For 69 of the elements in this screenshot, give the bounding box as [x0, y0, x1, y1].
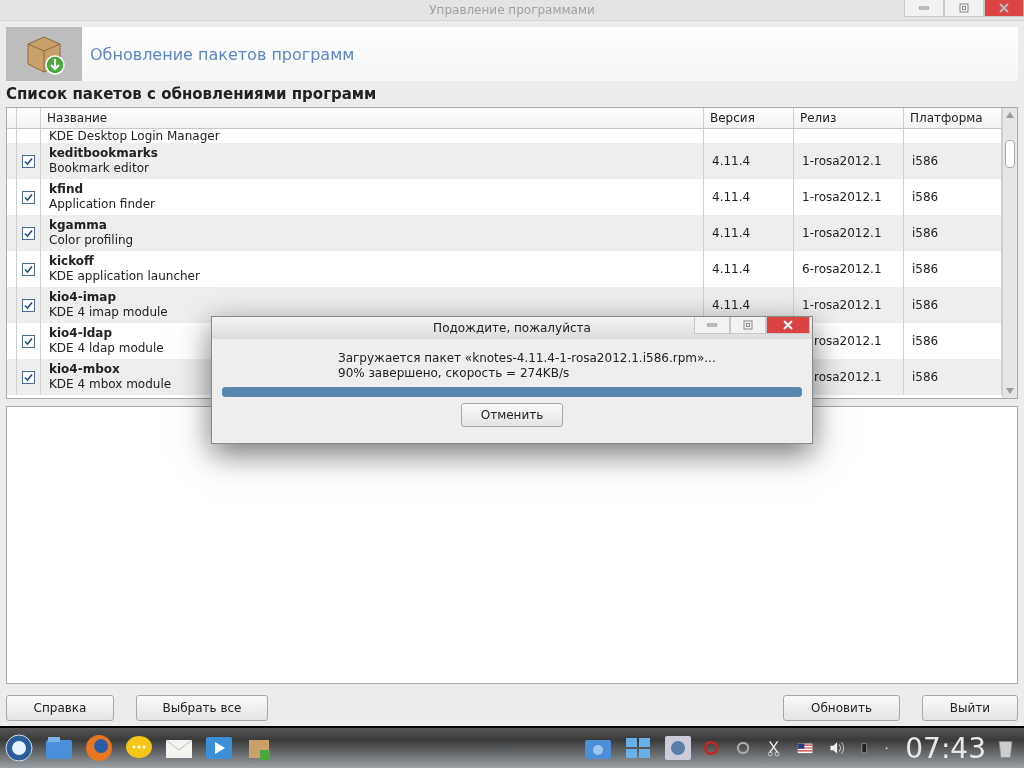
download-message: Загружается пакет «knotes-4.11.4-1-rosa2012.1.i586.rpm»... [338, 351, 717, 366]
dialog-title: Подождите, пожалуйста [433, 321, 591, 335]
section-title: Список пакетов с обновлениями программ [5, 84, 378, 105]
package-name: kio4-imap [49, 290, 116, 305]
cancel-button[interactable]: Отменить [461, 403, 563, 427]
platform-cell: i586 [912, 369, 939, 385]
scrollbar[interactable] [1002, 108, 1017, 398]
footer-button[interactable]: Выбрать все [136, 695, 268, 721]
package-name: kfind [49, 182, 83, 197]
checkbox[interactable] [22, 190, 35, 204]
scrollbar-thumb[interactable] [1005, 140, 1015, 168]
footer-button[interactable]: Справка [6, 695, 114, 721]
platform-cell: i586 [912, 153, 939, 169]
release-cell: 1-rosa2012.1 [802, 297, 882, 313]
maximize-icon [959, 3, 969, 13]
globe-icon[interactable] [84, 733, 114, 763]
column-header[interactable]: Версия [704, 108, 794, 128]
version-cell: 4.11.4 [712, 153, 751, 169]
release-cell: rosa2012.1 [814, 369, 882, 385]
footer-button[interactable]: Обновить [783, 695, 900, 721]
platform-cell: i586 [912, 261, 939, 277]
checkbox[interactable] [22, 334, 35, 348]
platform-cell: i586 [912, 189, 939, 205]
close-button[interactable] [984, 0, 1024, 17]
close-icon [999, 3, 1009, 13]
package-name: kickoff [49, 254, 94, 269]
maximize-icon [743, 320, 753, 330]
progress-text: 90% завершено, скорость = 274KB/s [338, 366, 571, 381]
minimize-icon [919, 6, 929, 10]
package-description: Bookmark editor [49, 161, 149, 176]
minimize-icon [707, 323, 717, 327]
header-title: Обновление пакетов программ [90, 44, 355, 64]
version-cell: 4.11.4 [712, 189, 751, 205]
version-cell: 4.11.4 [712, 225, 751, 241]
version-cell: 4.11.4 [712, 297, 751, 313]
window-title: Управление программами [429, 3, 595, 17]
release-cell: 1-rosa2012.1 [802, 153, 882, 169]
platform-cell: i586 [912, 225, 939, 241]
package-description: KDE Desktop Login Manager [49, 129, 220, 144]
package-description: KDE 4 ldap module [49, 341, 164, 356]
settings-icon[interactable] [663, 733, 694, 763]
clock: 07:43 [905, 731, 986, 765]
package-description: KDE application launcher [49, 269, 200, 284]
platform-cell: i586 [912, 333, 939, 349]
launcher-icon[interactable] [4, 733, 34, 763]
column-header[interactable]: Название [41, 108, 704, 128]
package-name: kio4-mbox [49, 362, 120, 377]
release-cell: 1-rosa2012.1 [802, 225, 882, 241]
package-description: Color profiling [49, 233, 134, 248]
column-header[interactable]: Релиз [794, 108, 904, 128]
checkbox[interactable] [22, 298, 35, 312]
footer-button[interactable]: Выйти [922, 695, 1018, 721]
release-cell: rosa2012.1 [814, 333, 882, 349]
package-description: KDE 4 imap module [49, 305, 168, 320]
checkbox[interactable] [22, 370, 35, 384]
package-name: keditbookmarks [49, 146, 158, 161]
close-button[interactable] [766, 317, 810, 334]
version-cell: 4.11.4 [712, 261, 751, 277]
package-description: KDE 4 mbox module [49, 377, 172, 392]
package-name: kgamma [49, 218, 107, 233]
close-icon [783, 320, 793, 330]
release-cell: 1-rosa2012.1 [802, 189, 882, 205]
release-cell: 6-rosa2012.1 [802, 261, 882, 277]
package-description: Application finder [49, 197, 155, 212]
platform-cell: i586 [912, 297, 939, 313]
checkbox[interactable] [22, 154, 35, 168]
checkbox[interactable] [22, 226, 35, 240]
package-name: kio4-ldap [49, 326, 113, 341]
checkbox[interactable] [22, 262, 35, 276]
